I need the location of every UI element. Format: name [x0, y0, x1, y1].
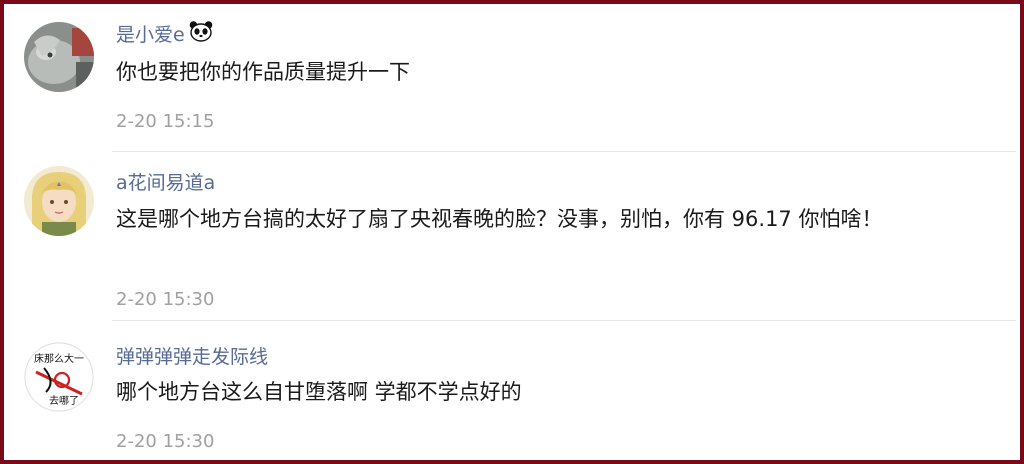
comment-item: 床那么大一 去哪了 弹弹弹弹走发际线 哪个地方台这么自甘堕落啊 学都不学点好的 … [8, 326, 1016, 462]
comment-text: 哪个地方台这么自甘堕落啊 学都不学点好的 [116, 380, 522, 404]
comment-username[interactable]: 是小爱e [116, 24, 185, 46]
comment-timestamp: 2-20 15:15 [116, 111, 215, 132]
comment-list-frame: 是小爱e 你也要把你的作品质量提升一下 2-20 15:15 a花间易道a 这是… [0, 0, 1024, 464]
comment-text: 你也要把你的作品质量提升一下 [116, 60, 410, 84]
avatar[interactable]: 床那么大一 去哪了 [24, 342, 94, 412]
comment-text: 这是哪个地方台搞的太好了扇了央视春晚的脸？没事，别怕，你有 96.17 你怕啥！ [116, 207, 883, 231]
comment-username[interactable]: a花间易道a [116, 170, 215, 196]
panda-face-icon [189, 20, 213, 49]
svg-text:去哪了: 去哪了 [49, 395, 79, 407]
comment-timestamp: 2-20 15:30 [116, 289, 215, 310]
divider [112, 320, 1016, 321]
sketch-text-avatar: 床那么大一 去哪了 [24, 342, 94, 412]
avatar[interactable] [24, 22, 94, 92]
svg-text:床那么大一: 床那么大一 [34, 352, 84, 365]
comment-item: a花间易道a 这是哪个地方台搞的太好了扇了央视春晚的脸？没事，别怕，你有 96.… [8, 156, 1016, 316]
gray-animal-photo-avatar [24, 22, 94, 92]
comment-item: 是小爱e 你也要把你的作品质量提升一下 2-20 15:15 [8, 14, 1016, 154]
blonde-anime-character-avatar [24, 166, 94, 236]
comment-username[interactable]: 弹弹弹弹走发际线 [116, 344, 268, 370]
avatar[interactable] [24, 166, 94, 236]
comment-timestamp: 2-20 15:30 [116, 431, 215, 452]
divider [112, 151, 1016, 152]
